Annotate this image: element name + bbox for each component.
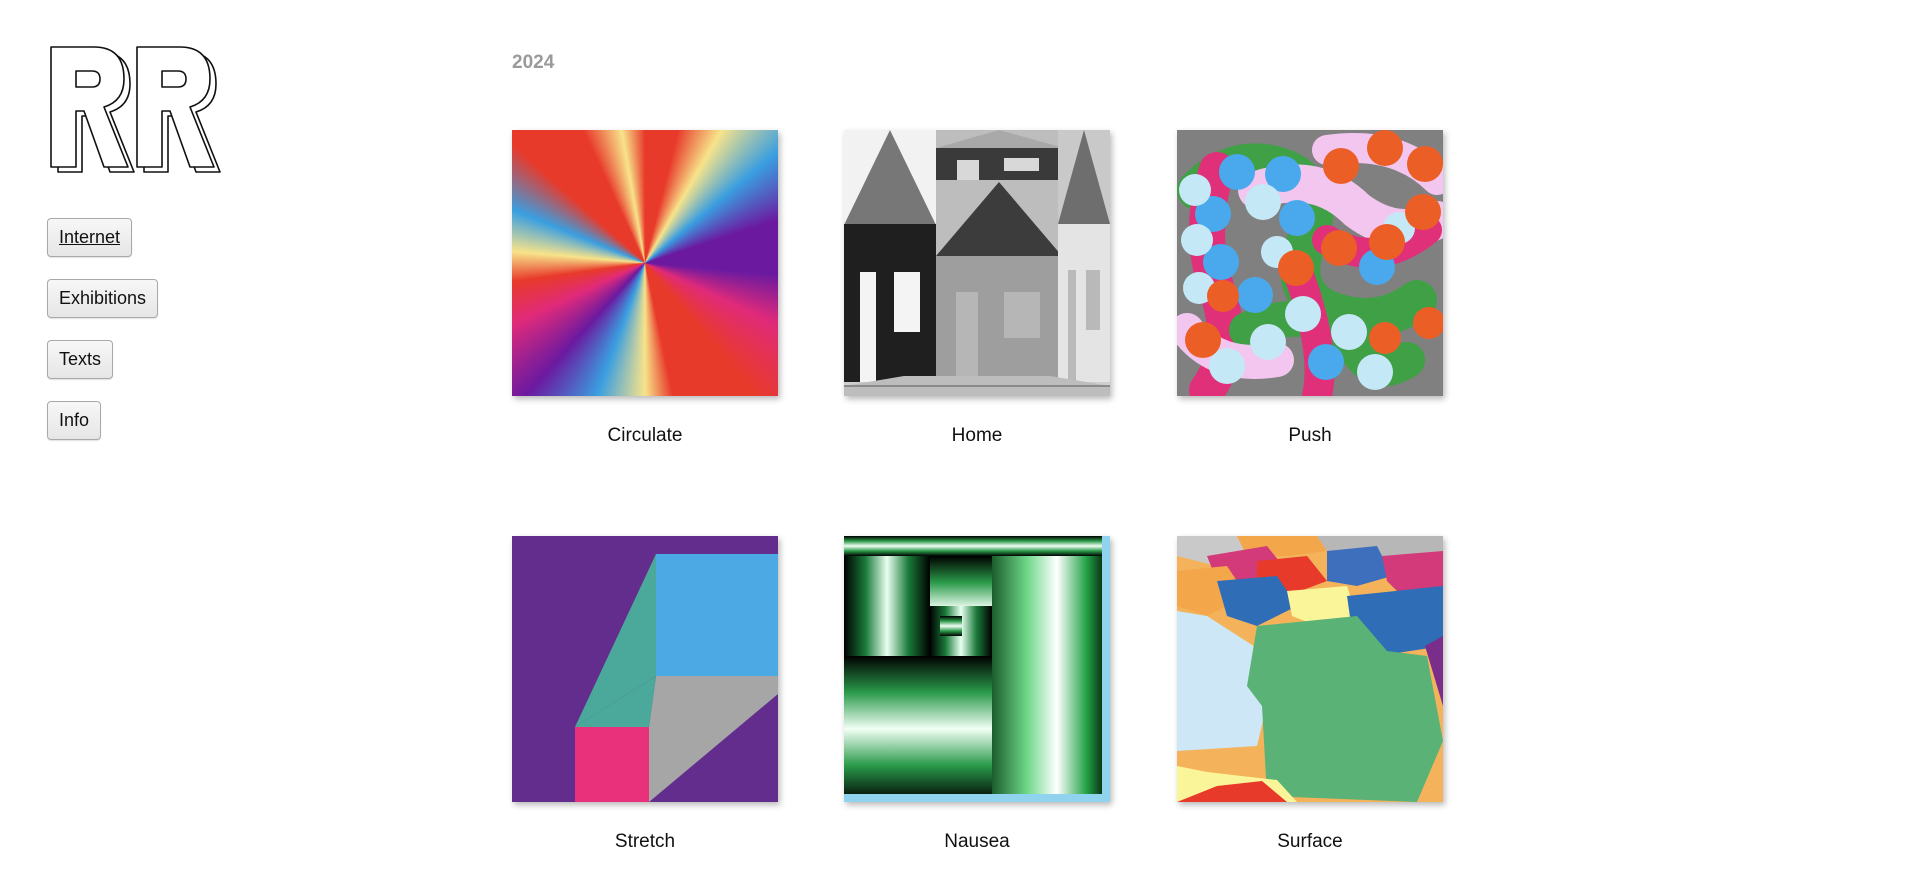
work-title-circulate[interactable]: Circulate [512, 425, 778, 447]
nausea-artwork [844, 536, 1110, 802]
work-thumbnail-home[interactable] [844, 130, 1110, 396]
work-card-home: Home [844, 130, 1110, 447]
work-title-home[interactable]: Home [844, 425, 1110, 447]
svg-text:RR: RR [48, 44, 50, 45]
nav-info-button[interactable]: Info [47, 401, 102, 440]
work-card-push: Push [1177, 130, 1443, 447]
work-card-circulate: Circulate [512, 130, 778, 447]
work-thumbnail-surface[interactable] [1177, 536, 1443, 802]
main-nav: Internet Exhibitions Texts Info [47, 218, 159, 462]
nav-texts-button[interactable]: Texts [47, 340, 114, 379]
work-card-surface: Surface [1177, 536, 1443, 853]
site-logo[interactable]: RR [48, 44, 228, 181]
nav-info-label: Info [59, 410, 90, 430]
work-card-nausea: Nausea [844, 536, 1110, 853]
work-title-surface[interactable]: Surface [1177, 831, 1443, 853]
rr-logo-graphic: RR [48, 44, 221, 173]
work-title-nausea[interactable]: Nausea [844, 831, 1110, 853]
surface-artwork [1177, 536, 1443, 802]
work-thumbnail-circulate[interactable] [512, 130, 778, 396]
circulate-artwork [512, 130, 778, 396]
nav-texts-label: Texts [59, 349, 102, 369]
nav-exhibitions-button[interactable]: Exhibitions [47, 279, 159, 318]
work-title-stretch[interactable]: Stretch [512, 831, 778, 853]
nav-internet-label: Internet [59, 227, 121, 247]
stretch-artwork [512, 536, 778, 802]
push-artwork [1177, 130, 1443, 396]
work-thumbnail-nausea[interactable] [844, 536, 1110, 802]
nav-exhibitions-label: Exhibitions [59, 288, 147, 308]
home-artwork [844, 130, 1110, 396]
work-title-push[interactable]: Push [1177, 425, 1443, 447]
nav-internet-button[interactable]: Internet [47, 218, 133, 257]
work-card-stretch: Stretch [512, 536, 778, 853]
section-year-heading: 2024 [512, 52, 555, 73]
work-thumbnail-push[interactable] [1177, 130, 1443, 396]
work-thumbnail-stretch[interactable] [512, 536, 778, 802]
